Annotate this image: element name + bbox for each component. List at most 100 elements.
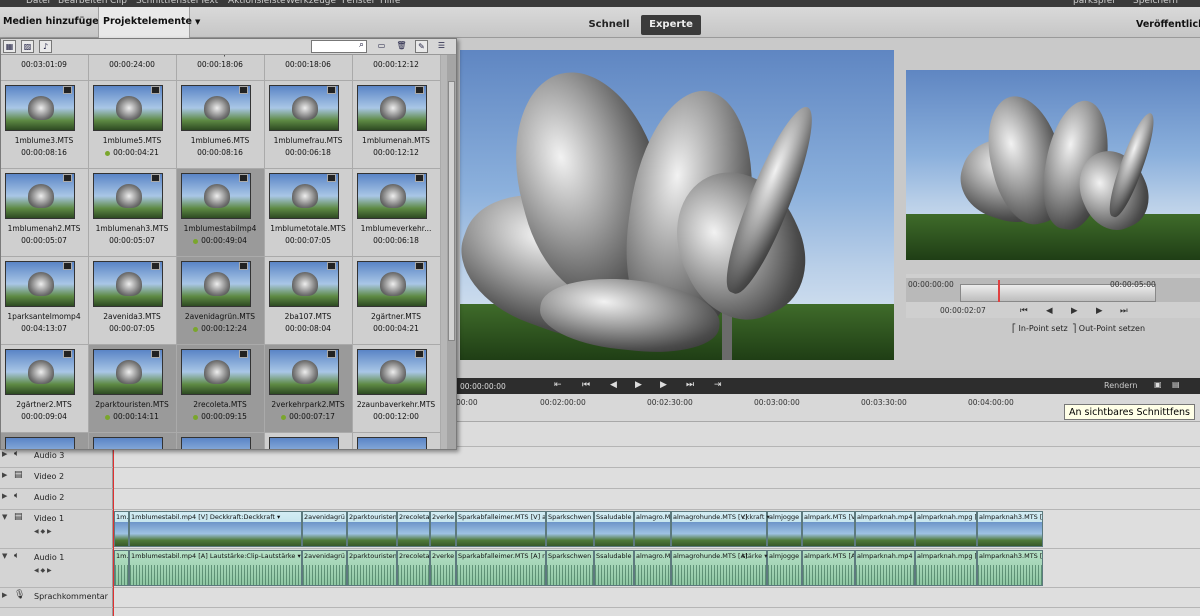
collapse-icon[interactable]: ▼	[2, 552, 7, 560]
image-icon[interactable]: ▨	[21, 40, 34, 53]
menu-item[interactable]: Datei	[26, 0, 50, 6]
scrollbar-thumb[interactable]	[448, 81, 455, 341]
track-header[interactable]: ▶ 🔈︎ Audio 2	[0, 489, 113, 509]
audio-clip[interactable]: almparknah.mp4 [	[855, 550, 915, 586]
audio-clip[interactable]: Sparkabfalleimer.MTS [A] re	[456, 550, 546, 586]
go-start-icon[interactable]: ⏮	[1020, 306, 1028, 316]
track-header[interactable]: ▶ 🔈︎ Audio 3	[0, 447, 113, 467]
media-item[interactable]: 2avenidagrün.MTS 00:00:12:24	[177, 257, 265, 345]
track-header[interactable]	[0, 608, 113, 616]
media-item[interactable]	[353, 433, 441, 449]
collapse-icon[interactable]: ▼	[2, 513, 7, 521]
media-item[interactable]: 2verkehrpark2.MTS 00:00:07:17	[265, 345, 353, 433]
menu-item[interactable]: Aktionsleiste	[228, 0, 286, 6]
video-clip[interactable]: almpark.MTS [V]	[802, 511, 855, 547]
trash-icon[interactable]: 🗑︎	[395, 40, 408, 53]
view-mode-icon[interactable]: ▣	[1154, 380, 1162, 389]
audio-clip[interactable]: 2recoleta	[397, 550, 430, 586]
mode-expert-button[interactable]: Experte	[641, 15, 701, 35]
media-item[interactable]: 2parktouristen.MTS 00:00:14:11	[89, 345, 177, 433]
video-clip[interactable]: Ssaludable	[594, 511, 634, 547]
go-end-icon[interactable]: ⏭	[686, 380, 694, 390]
media-item[interactable]: 1blume2.MTS 00:00:12:12	[353, 55, 441, 81]
step-forward-icon[interactable]: ▶︎	[660, 380, 667, 390]
menu-item[interactable]: Schnittfenster	[136, 0, 200, 6]
video-clip[interactable]: Sparkabfalleimer.MTS [V] aft	[456, 511, 546, 547]
expand-icon[interactable]: ▶	[2, 471, 7, 479]
render-button[interactable]: Rendern	[1104, 381, 1137, 390]
mark-out-icon[interactable]: ⇥	[714, 380, 722, 390]
go-start-icon[interactable]: ⏮	[582, 380, 590, 390]
video-clip[interactable]: 1mblumestabil.mp4 [V] Deckkraft:Deckkraf…	[129, 511, 302, 547]
step-back-icon[interactable]: ◀︎	[1046, 306, 1053, 316]
folder-icon[interactable]: ▭	[375, 40, 388, 53]
media-item[interactable]: 2recoleta.MTS 00:00:09:15	[177, 345, 265, 433]
audio-clip[interactable]: Ssaludable	[594, 550, 634, 586]
audio-clip[interactable]: almparknah.mpg [	[915, 550, 977, 586]
video-clip[interactable]: almparknah.mpg [	[915, 511, 977, 547]
keyframe-nav[interactable]: ◀ ◆ ▶	[34, 528, 52, 535]
media-item[interactable]: 2ba107.MTS 00:00:08:04	[265, 257, 353, 345]
audio-clip[interactable]: almjogge	[767, 550, 802, 586]
track-header[interactable]: ▶ 🎙︎ Sprachkommentar	[0, 588, 113, 607]
publish-button[interactable]: Veröffentlichen	[1136, 19, 1200, 30]
go-end-icon[interactable]: ⏭	[1120, 306, 1128, 316]
media-item[interactable]: 1mblume6.MTS 00:00:08:16	[177, 81, 265, 169]
media-item[interactable]: 1blume1.MTS 00:00:18:06	[265, 55, 353, 81]
viewer-timeline[interactable]: 00:00:00:00 00:00:05:00 00:00:02:07 ⏮ ◀︎…	[906, 274, 1200, 318]
list-icon[interactable]: ☰	[435, 40, 448, 53]
pin-icon[interactable]: ✎	[415, 40, 428, 53]
menu-item[interactable]: Hilfe	[380, 0, 400, 6]
menu-item[interactable]: Werkzeuge	[286, 0, 336, 6]
program-monitor[interactable]	[460, 50, 894, 360]
video-clip[interactable]: Sparkschwen	[546, 511, 594, 547]
project-elements-button[interactable]: Projektelemente ▼	[103, 16, 200, 27]
media-item[interactable]: 2avenida3.MTS 00:00:07:05	[89, 257, 177, 345]
audio-clip[interactable]: 1mblumestabil.mp4 [A] Lautstärke:Clip-La…	[129, 550, 302, 586]
media-item[interactable]	[177, 433, 265, 449]
audio-clip[interactable]: almagro.M	[634, 550, 671, 586]
expand-icon[interactable]: ▶	[2, 492, 7, 500]
video-clip[interactable]: almjogge	[767, 511, 802, 547]
media-item[interactable]: 1alfastichboparks.MTS 00:00:18:06	[177, 55, 265, 81]
clip-viewer[interactable]	[906, 70, 1200, 260]
media-item[interactable]: 1mblumenah3.MTS 00:00:05:07	[89, 169, 177, 257]
media-item[interactable]: 1mblumenah2.MTS 00:00:05:07	[1, 169, 89, 257]
video-clip[interactable]: almparknah.mp4 [	[855, 511, 915, 547]
menu-item[interactable]: Fenster	[342, 0, 375, 6]
media-item[interactable]: 1mblumefrau.MTS 00:00:06:18	[265, 81, 353, 169]
menu-item[interactable]: Clip	[110, 0, 127, 6]
panel-scrollbar[interactable]	[447, 55, 456, 449]
media-item[interactable]: 1mblumeverkehr... 00:00:06:18	[353, 169, 441, 257]
video-clip[interactable]: 2avenidagrü	[302, 511, 347, 547]
audio-icon[interactable]: ♪	[39, 40, 52, 53]
out-point-button[interactable]: ⎤ Out-Point setzen	[1072, 324, 1145, 333]
video-clip[interactable]: 2recoleta	[397, 511, 430, 547]
media-item[interactable]: 1avenida2.MTS 00:00:24:00	[89, 55, 177, 81]
play-icon[interactable]: ▶	[1071, 306, 1078, 316]
media-item[interactable]: 2zaunbaverkehr.MTS 00:00:12:00	[353, 345, 441, 433]
play-icon[interactable]: ▶	[635, 380, 642, 390]
video-clip[interactable]: 1m.	[114, 511, 129, 547]
track-header[interactable]: ▼ 🔈︎ Audio 1 ◀ ◆ ▶	[0, 549, 113, 587]
video-clip[interactable]: 2verke	[430, 511, 456, 547]
audio-clip[interactable]: almparknah3.MTS [A]	[977, 550, 1043, 586]
media-item[interactable]	[89, 433, 177, 449]
menu-item[interactable]: Text	[200, 0, 218, 6]
media-item[interactable]: 1mblumenah.MTS 00:00:12:12	[353, 81, 441, 169]
video-clip[interactable]: almagro.M	[634, 511, 671, 547]
media-item[interactable]	[265, 433, 353, 449]
expand-icon[interactable]: ▶	[2, 591, 7, 599]
media-item[interactable]	[1, 433, 89, 449]
track-header[interactable]: ▼ ▤ Video 1 ◀ ◆ ▶	[0, 510, 113, 548]
search-input[interactable]: ⌕	[311, 40, 367, 53]
audio-clip[interactable]: 1m.	[114, 550, 129, 586]
project-elements-tab[interactable]: Projektelemente ▼	[98, 7, 200, 38]
audio-clip[interactable]: 2verke	[430, 550, 456, 586]
menu-item[interactable]: Bearbeiten	[58, 0, 107, 6]
media-item[interactable]: 2gärtner.MTS 00:00:04:21	[353, 257, 441, 345]
keyframe-nav[interactable]: ◀ ◆ ▶	[34, 567, 52, 574]
video-clip[interactable]: 2parktouristen.	[347, 511, 397, 547]
audio-clip[interactable]: 2avenidagrü	[302, 550, 347, 586]
media-item[interactable]: 1parksantelmomp4 00:04:13:07	[1, 257, 89, 345]
